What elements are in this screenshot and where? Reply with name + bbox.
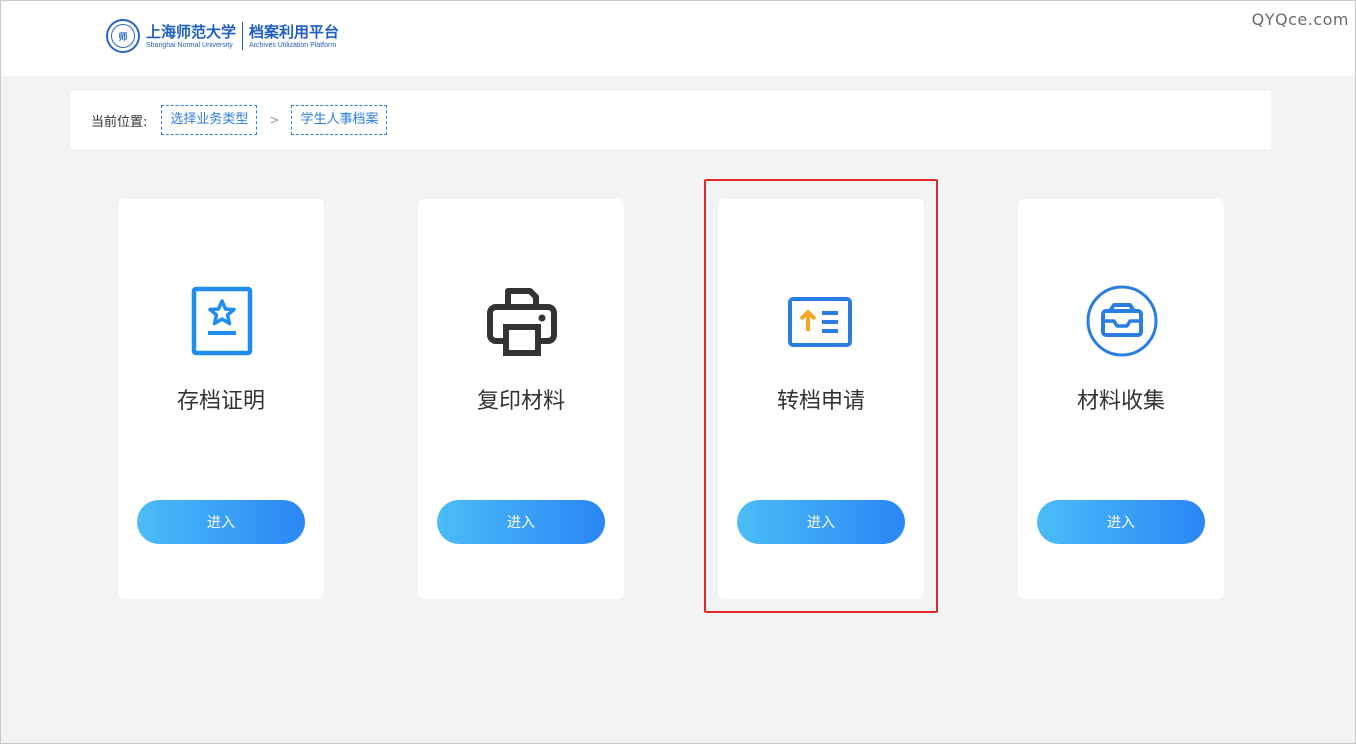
- inbox-tray-icon: [1086, 285, 1158, 357]
- breadcrumb-item-business-type[interactable]: 选择业务类型: [161, 105, 258, 135]
- enter-button[interactable]: 进入: [437, 500, 605, 544]
- top-header: 师 上海师范大学 Shanghai Normal University 档案利用…: [1, 1, 1355, 76]
- breadcrumb: 当前位置: 选择业务类型 > 学生人事档案: [70, 91, 1271, 149]
- enter-button[interactable]: 进入: [137, 500, 305, 544]
- platform-name-en: Archives Utilization Platform: [249, 41, 337, 49]
- enter-button[interactable]: 进入: [737, 500, 905, 544]
- card-title: 材料收集: [1076, 389, 1165, 414]
- service-card-archive-certificate: 存档证明 进入: [118, 199, 324, 599]
- breadcrumb-label: 当前位置:: [91, 114, 148, 130]
- university-logo[interactable]: 师 上海师范大学 Shanghai Normal University 档案利用…: [106, 18, 339, 54]
- certificate-star-icon: [191, 286, 253, 356]
- card-title: 存档证明: [176, 389, 265, 414]
- platform-name: 档案利用平台: [249, 22, 340, 41]
- university-seal-icon: 师: [106, 19, 140, 53]
- university-name: 上海师范大学: [146, 22, 237, 41]
- transfer-list-icon: [788, 297, 852, 347]
- breadcrumb-separator: >: [269, 113, 280, 127]
- enter-button[interactable]: 进入: [1037, 500, 1205, 544]
- watermark: QYQce.com: [1251, 10, 1349, 29]
- card-title: 转档申请: [776, 389, 865, 414]
- service-card-copy-materials: 复印材料 进入: [418, 199, 624, 599]
- university-name-en: Shanghai Normal University: [146, 41, 233, 49]
- service-card-material-collection: 材料收集 进入: [1018, 199, 1224, 599]
- printer-icon: [487, 288, 557, 356]
- logo-divider: [242, 22, 244, 50]
- service-card-transfer-application: 转档申请 进入: [718, 199, 924, 599]
- breadcrumb-item-student-archive[interactable]: 学生人事档案: [291, 105, 388, 135]
- card-title: 复印材料: [476, 389, 565, 414]
